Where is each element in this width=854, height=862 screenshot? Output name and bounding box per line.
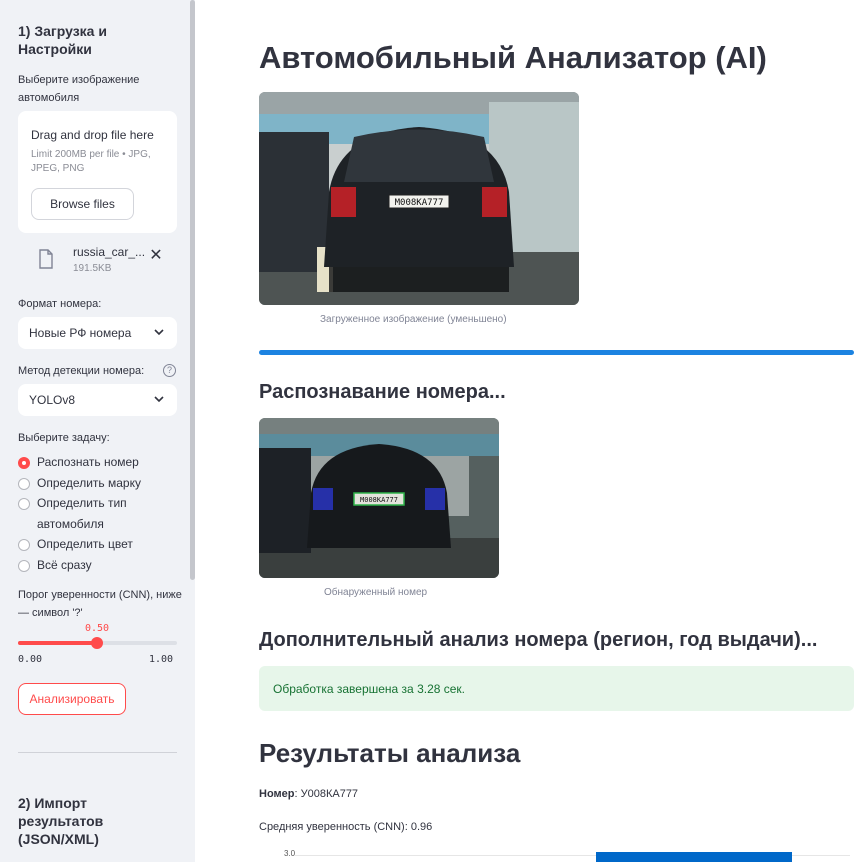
file-size: 191.5KB	[73, 263, 112, 274]
browse-files-button[interactable]: Browse files	[31, 188, 134, 220]
radio-dot	[18, 478, 30, 490]
analyze-button[interactable]: Анализировать	[18, 683, 126, 715]
file-icon	[39, 249, 53, 269]
radio-label: Распознать номер	[37, 455, 139, 469]
page-title: Автомобильный Анализатор (AI)	[259, 40, 767, 75]
detected-plate-image: М008КА777	[259, 418, 499, 578]
file-name: russia_car_...	[73, 245, 146, 259]
section1-title-text: 1) Загрузка и Настройки	[18, 23, 107, 57]
file-dropzone[interactable]: Drag and drop file here Limit 200MB per …	[18, 111, 177, 233]
radio-label: Всё сразу	[37, 558, 92, 572]
task-label: Выберите задачу:	[18, 432, 110, 444]
section2-title-line: (JSON/XML)	[18, 831, 99, 847]
success-text: Обработка завершена за 3.28 сек.	[273, 681, 466, 696]
help-icon[interactable]: ?	[163, 364, 176, 377]
remove-file-icon[interactable]: ✕	[149, 248, 163, 264]
plate-result-value: : У008КА777	[294, 788, 359, 800]
radio-label: Определить цвет	[37, 537, 133, 551]
chevron-down-icon	[154, 329, 164, 336]
plate-result-label: Номер	[259, 788, 295, 800]
section2-title: 2) Импорт результатов (JSON/XML)	[18, 794, 103, 848]
image2-caption: Обнаруженный номер	[324, 587, 428, 598]
detect-method-select[interactable]: YOLOv8	[18, 384, 177, 416]
plate-result: Номер: У008КА777	[259, 788, 358, 800]
radio-dot	[18, 498, 30, 510]
plate-format-value: Новые РФ номера	[29, 326, 132, 340]
sidebar-divider	[18, 752, 177, 753]
uploaded-file: russia_car_... 191.5KB ✕	[18, 240, 178, 280]
section2-title-line: результатов	[18, 813, 104, 829]
results-heading: Результаты анализа	[259, 738, 521, 768]
image1-caption: Загруженное изображение (уменьшено)	[320, 314, 507, 325]
dropzone-limit: Limit 200MB per file • JPG, JPEG, PNG	[31, 149, 151, 174]
upload-label: Выберите изображение автомобиля	[18, 74, 140, 104]
extra-analysis-heading: Дополнительный анализ номера (регион, го…	[259, 629, 818, 651]
plate-format-select[interactable]: Новые РФ номера	[18, 317, 177, 349]
slider-thumb[interactable]	[91, 637, 103, 649]
radio-label: Определить марку	[37, 476, 141, 490]
plate-format-label: Формат номера:	[18, 298, 102, 310]
success-alert: Обработка завершена за 3.28 сек.	[259, 666, 854, 711]
radio-dot	[18, 560, 30, 572]
section2-title-line: 2) Импорт	[18, 795, 87, 811]
detect-method-label: Метод детекции номера:	[18, 365, 145, 377]
chart-tick-label: 3.0	[284, 849, 296, 858]
threshold-label-2: — символ '?'	[18, 607, 83, 619]
slider-max: 1.00	[149, 654, 174, 665]
confidence-result: Средняя уверенность (CNN): 0.96	[259, 821, 433, 833]
main-content: Автомобильный Анализатор (AI) М008КА777 …	[195, 0, 854, 862]
detected-car-photo: М008КА777	[259, 418, 499, 578]
plate-text: М008КА777	[395, 198, 444, 208]
threshold-slider[interactable]	[18, 637, 177, 649]
detected-plate-text: М008КА777	[360, 496, 398, 504]
section1-title: 1) Загрузка и Настройки	[18, 22, 178, 58]
sidebar: 1) Загрузка и Настройки Выберите изображ…	[0, 0, 195, 862]
uploaded-car-image: М008КА777	[259, 92, 579, 305]
slider-min: 0.00	[18, 654, 43, 665]
slider-fill	[18, 641, 97, 645]
radio-label: автомобиля	[37, 517, 104, 531]
chevron-down-icon	[154, 396, 164, 403]
recognition-heading: Распознавание номера...	[259, 381, 506, 403]
detect-method-value: YOLOv8	[29, 393, 76, 407]
car-photo: М008КА777	[259, 92, 579, 305]
radio-label: Определить тип	[37, 496, 127, 510]
radio-dot	[18, 539, 30, 551]
dropzone-title: Drag and drop file here	[31, 128, 154, 142]
threshold-value: 0.50	[85, 623, 110, 634]
progress-bar	[259, 350, 854, 355]
threshold-label-1: Порог уверенности (CNN), ниже	[18, 589, 182, 601]
radio-dot-selected	[18, 457, 30, 469]
chart-bar	[596, 852, 792, 862]
